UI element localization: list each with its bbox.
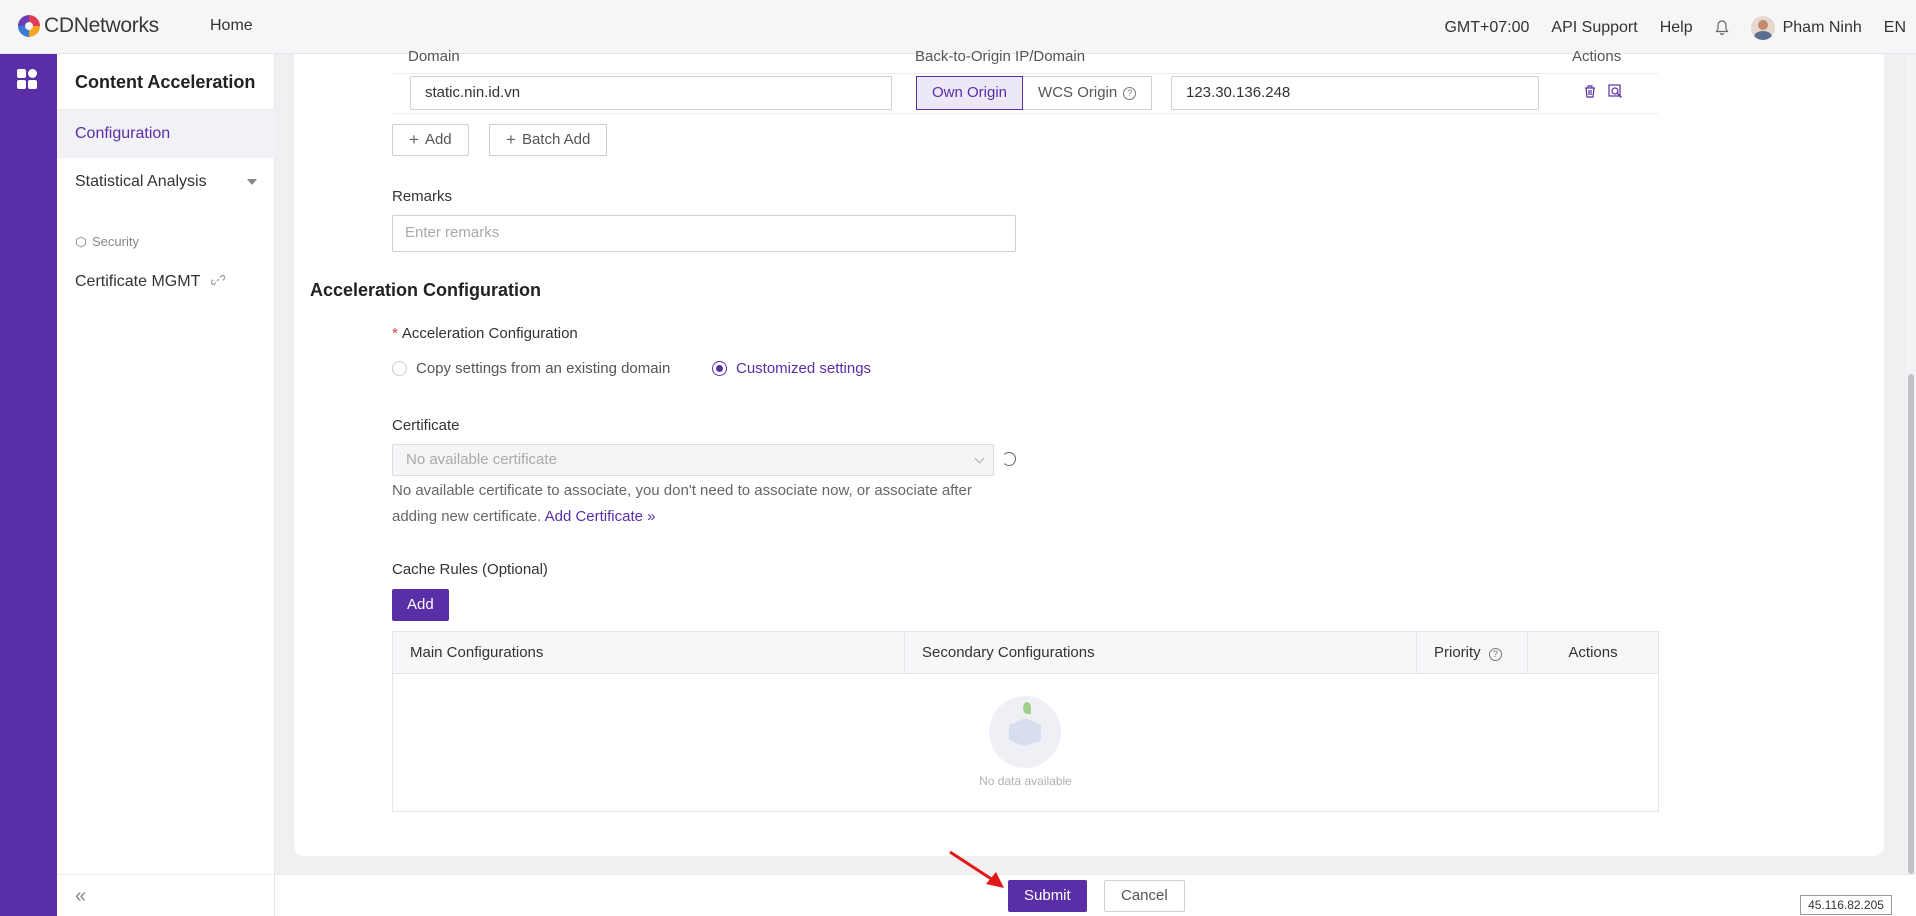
column-header-actions: Actions (1572, 48, 1622, 65)
plus-icon: + (409, 130, 419, 149)
logo[interactable]: CDNetworks (18, 14, 159, 38)
timezone-label[interactable]: GMT+07:00 (1444, 19, 1529, 37)
page-scrollbar[interactable] (1906, 54, 1916, 874)
ip-address-badge: 45.116.82.205 (1800, 895, 1892, 915)
batch-add-label: Batch Add (521, 131, 591, 148)
required-mark: * (392, 325, 398, 342)
empty-state-text: No data available (979, 774, 1072, 788)
column-header-priority: Priority ? (1417, 632, 1528, 674)
sidebar: Content Acceleration Configuration Stati… (57, 54, 275, 916)
radio-circle (392, 361, 407, 376)
form-footer: Submit Cancel (275, 874, 1916, 916)
radio-customized-settings[interactable]: Customized settings (712, 360, 871, 377)
row-divider (392, 113, 1658, 114)
acceleration-field-text: Acceleration Configuration (401, 325, 578, 342)
column-header-secondary: Secondary Configurations (905, 632, 1417, 674)
add-origin-button[interactable]: + Add (392, 124, 469, 156)
api-support-link[interactable]: API Support (1551, 19, 1637, 37)
cdnetworks-logo-icon (18, 15, 40, 37)
bell-icon[interactable] (1715, 20, 1729, 36)
logo-text: CDNetworks (44, 14, 159, 37)
priority-label: Priority (1434, 644, 1481, 661)
origin-table-header: Domain Back-to-Origin IP/Domain Actions (392, 48, 1658, 74)
column-header-origin: Back-to-Origin IP/Domain (915, 48, 1086, 65)
remarks-textarea[interactable]: Enter remarks (392, 215, 1016, 252)
refresh-icon[interactable] (1002, 452, 1016, 466)
origin-type-toggle: Own Origin WCS Origin ? (916, 76, 1153, 110)
cancel-button[interactable]: Cancel (1104, 880, 1185, 912)
help-icon[interactable]: ? (1123, 86, 1137, 100)
apps-grid-icon[interactable] (17, 69, 37, 89)
acceleration-heading: Acceleration Configuration (310, 280, 542, 300)
column-header-actions: Actions (1568, 644, 1618, 661)
language-switch[interactable]: EN (1884, 19, 1906, 37)
avatar (1750, 16, 1775, 40)
top-navbar: CDNetworks Home GMT+07:00 API Support He… (0, 0, 1916, 54)
inspect-icon[interactable] (1608, 84, 1623, 99)
empty-box-icon (989, 696, 1061, 768)
add-certificate-link[interactable]: Add Certificate » (545, 508, 656, 525)
sidebar-item-configuration[interactable]: Configuration (57, 110, 275, 158)
sidebar-item-label: Certificate MGMT (75, 273, 201, 290)
user-menu[interactable]: Pham Ninh (1750, 16, 1862, 40)
remarks-label: Remarks (392, 188, 453, 205)
sidebar-item-statistical-analysis[interactable]: Statistical Analysis (57, 158, 275, 206)
top-right-menu: GMT+07:00 API Support Help Pham Ninh EN (1444, 16, 1906, 40)
plus-icon: + (506, 130, 516, 149)
link-icon (210, 275, 225, 285)
sidebar-title: Content Acceleration (75, 72, 256, 92)
certificate-hint-text: No available certificate to associate, y… (392, 482, 972, 525)
certificate-select[interactable]: No available certificate (392, 444, 994, 476)
submit-button[interactable]: Submit (1008, 880, 1087, 912)
home-link[interactable]: Home (210, 17, 253, 35)
user-name: Pham Ninh (1782, 19, 1862, 36)
radio-label: Copy settings from an existing domain (416, 360, 671, 377)
certificate-hint: No available certificate to associate, y… (392, 478, 1012, 530)
origin-ip-input[interactable]: 123.30.136.248 (1171, 76, 1539, 110)
cache-rules-header: Main Configurations Secondary Configurat… (393, 632, 1658, 674)
column-header-main: Main Configurations (393, 632, 905, 674)
certificate-placeholder: No available certificate (406, 451, 557, 468)
wcs-origin-option[interactable]: WCS Origin ? (1023, 76, 1153, 110)
sidebar-item-label: Statistical Analysis (75, 173, 207, 190)
cache-rules-label: Cache Rules (Optional) (392, 561, 548, 578)
radio-label: Customized settings (736, 360, 872, 377)
column-header-domain: Domain (408, 48, 460, 65)
sidebar-item-label: Configuration (75, 125, 171, 142)
cube-icon (76, 235, 86, 248)
radio-circle (712, 361, 727, 376)
add-origin-label: Add (424, 131, 452, 148)
product-rail (0, 54, 57, 916)
sidebar-section-label: Security (92, 234, 139, 249)
main-panel: Domain Back-to-Origin IP/Domain Actions … (294, 48, 1884, 856)
help-link[interactable]: Help (1660, 19, 1693, 37)
acceleration-field-label: * Acceleration Configuration (392, 325, 578, 342)
add-cache-rule-button[interactable]: Add (392, 589, 449, 621)
own-origin-option[interactable]: Own Origin (916, 76, 1024, 110)
sidebar-section-security: Security (75, 234, 139, 249)
collapse-icon[interactable]: « (75, 885, 86, 908)
batch-add-button[interactable]: + Batch Add (489, 124, 608, 156)
trash-icon[interactable] (1583, 84, 1597, 99)
wcs-origin-label: WCS Origin (1038, 84, 1118, 101)
red-arrow-annotation (949, 850, 1004, 888)
radio-copy-settings[interactable]: Copy settings from an existing domain (392, 360, 670, 377)
certificate-label: Certificate (392, 417, 460, 434)
sidebar-footer: « (57, 874, 275, 916)
help-icon[interactable]: ? (1488, 648, 1502, 661)
chevron-down-icon (974, 453, 985, 464)
sidebar-item-certificate-mgmt[interactable]: Certificate MGMT (57, 258, 275, 306)
cache-rules-table: Main Configurations Secondary Configurat… (392, 631, 1659, 812)
scrollbar-thumb[interactable] (1908, 374, 1914, 874)
caret-down-icon (247, 179, 257, 185)
domain-input[interactable]: static.nin.id.vn (410, 76, 892, 110)
